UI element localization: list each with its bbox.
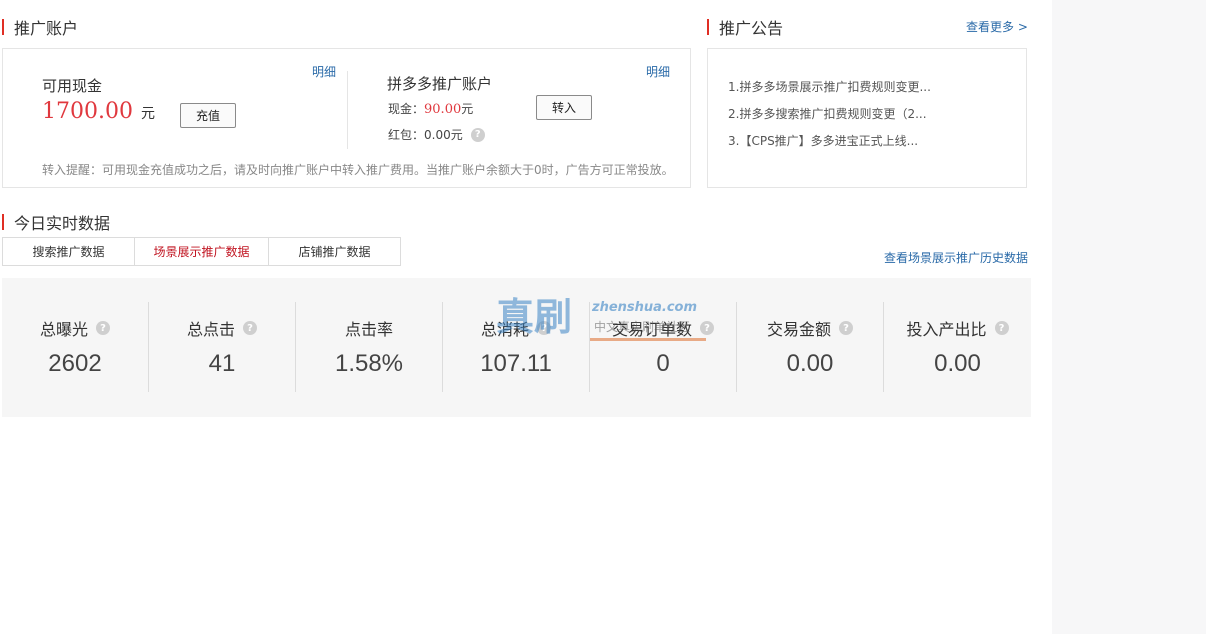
notice-item-1[interactable]: 1.拼多多场景展示推广扣费规则变更... (728, 78, 931, 95)
pdd-account-title: 拼多多推广账户 (387, 75, 493, 93)
stat-total-impressions: 总曝光? 2602 (2, 302, 149, 392)
pdd-redpacket-row: 红包：0.00元 ? (388, 126, 485, 143)
tab-store-data[interactable]: 店铺推广数据 (269, 238, 400, 265)
notice-more-link[interactable]: 查看更多 > (966, 18, 1028, 35)
stat-value: 2602 (48, 350, 102, 377)
transfer-tip: 转入提醒：可用现金充值成功之后，请及时向推广账户中转入推广费用。当推广账户余额大… (42, 163, 674, 177)
account-divider (347, 71, 348, 149)
realtime-title-text: 今日实时数据 (14, 214, 111, 233)
stat-label: 交易金额 (766, 320, 831, 339)
stat-transaction-amount: 交易金额? 0.00 (737, 302, 884, 392)
pdd-cash-value: 90.00 (424, 102, 462, 117)
history-data-link[interactable]: 查看场景展示推广历史数据 (884, 249, 1028, 266)
stat-label: 投入产出比 (906, 320, 987, 339)
notice-card: 1.拼多多场景展示推广扣费规则变更... 2.拼多多搜索推广扣费规则变更（2..… (707, 48, 1027, 188)
stat-value: 41 (208, 350, 236, 377)
stat-value: 0.00 (786, 350, 834, 377)
account-card: 明细 可用现金 1700.00 元 充值 明细 拼多多推广账户 现金： 90.0… (2, 48, 691, 188)
stat-value: 1.58% (334, 350, 404, 377)
help-icon[interactable]: ? (839, 321, 853, 335)
stat-value: 0 (656, 350, 670, 377)
stat-ctr: 点击率 1.58% (296, 302, 443, 392)
cash-amount-row: 1700.00 元 (42, 99, 155, 124)
pdd-cash-row: 现金： 90.00 元 (388, 100, 473, 117)
help-icon[interactable]: ? (700, 321, 714, 335)
notice-item-3[interactable]: 3.【CPS推广】多多进宝正式上线... (728, 132, 918, 149)
title-accent-bar (707, 19, 709, 35)
notice-title-text: 推广公告 (719, 19, 784, 38)
stat-order-count: 交易订单数? 0 (590, 302, 737, 392)
cash-amount: 1700.00 (42, 99, 133, 124)
stat-value: 0.00 (934, 350, 981, 377)
stat-total-clicks: 总点击? 41 (149, 302, 296, 392)
stats-panel: 总曝光? 2602 总点击? 41 点击率 1.58% 总消耗? 107.11 … (2, 278, 1031, 417)
stat-label: 总消耗 (480, 320, 529, 339)
help-icon[interactable]: ? (470, 127, 485, 142)
pdd-detail-link[interactable]: 明细 (646, 63, 670, 80)
help-icon[interactable]: ? (96, 321, 110, 335)
help-icon[interactable]: ? (994, 321, 1009, 335)
help-icon[interactable]: ? (243, 321, 257, 335)
data-tabs: 搜索推广数据 场景展示推广数据 店铺推广数据 (2, 237, 401, 266)
stat-total-spend: 总消耗? 107.11 (443, 302, 590, 392)
title-accent-bar (2, 214, 4, 230)
stat-label: 总点击 (186, 320, 235, 339)
stat-label: 交易订单数 (611, 320, 692, 339)
cash-label: 可用现金 (42, 77, 103, 95)
recharge-button[interactable]: 充值 (180, 103, 236, 128)
notice-item-2[interactable]: 2.拼多多搜索推广扣费规则变更（2... (728, 105, 927, 122)
right-gutter (1052, 0, 1206, 634)
account-section-title: 推广账户 (2, 15, 78, 39)
stat-label: 总曝光 (39, 320, 88, 339)
stat-label: 点击率 (344, 320, 393, 339)
help-icon[interactable]: ? (537, 321, 551, 335)
cash-detail-link[interactable]: 明细 (312, 63, 336, 80)
notice-section-title: 推广公告 (707, 15, 783, 39)
account-title-text: 推广账户 (14, 19, 79, 38)
pdd-redpacket: 红包：0.00元 (388, 128, 463, 142)
pdd-cash-unit: 元 (461, 102, 474, 116)
tab-scene-data[interactable]: 场景展示推广数据 (135, 238, 269, 265)
cash-unit: 元 (140, 106, 155, 122)
stat-value: 107.11 (480, 350, 552, 377)
tab-search-data[interactable]: 搜索推广数据 (3, 238, 135, 265)
realtime-section-title: 今日实时数据 (2, 210, 110, 234)
stat-roi: 投入产出比? 0.00 (884, 302, 1031, 392)
title-accent-bar (2, 19, 4, 35)
transfer-button[interactable]: 转入 (536, 95, 592, 120)
pdd-cash-label: 现金： (388, 102, 425, 116)
